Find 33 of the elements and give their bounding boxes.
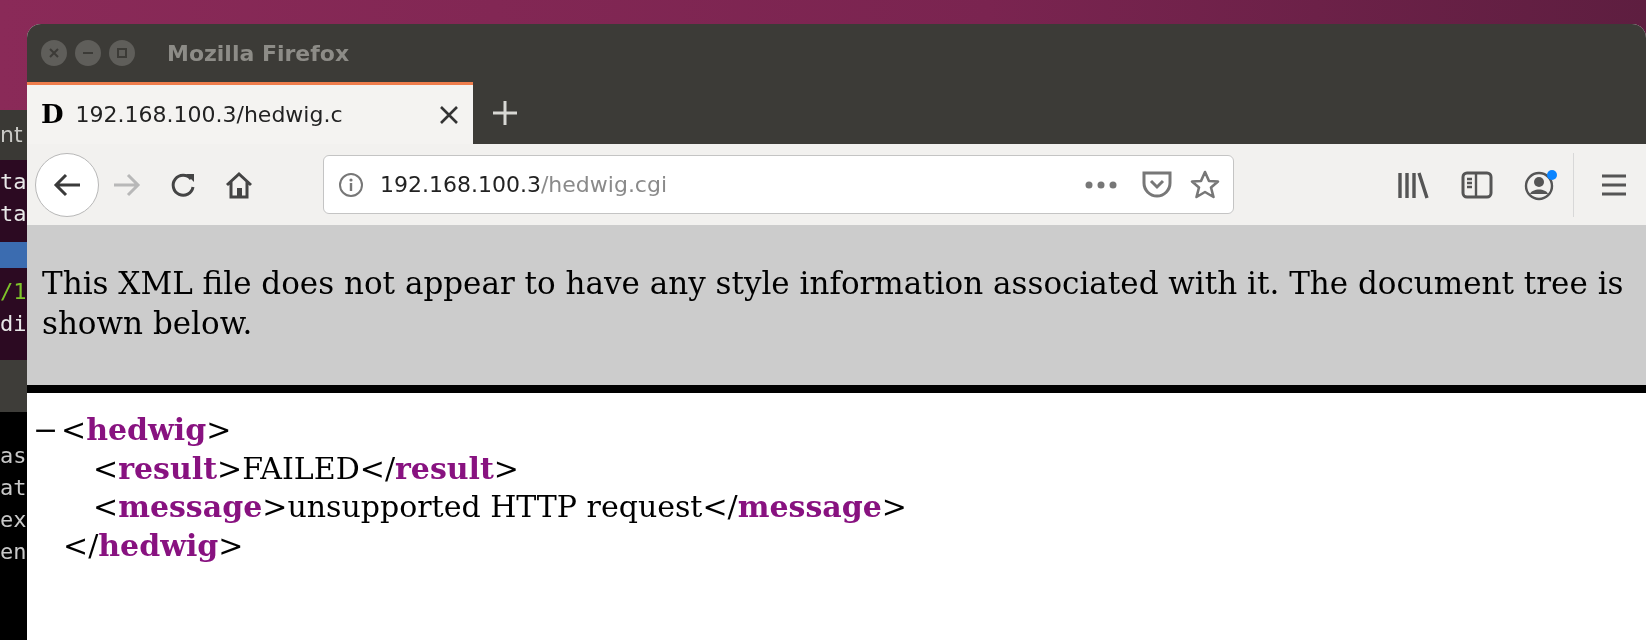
sidebar-icon[interactable]: [1461, 170, 1493, 199]
selection-highlight: [0, 242, 27, 268]
window-title: Mozilla Firefox: [167, 39, 350, 68]
terminal-text: ex: [0, 507, 27, 532]
close-tab-icon[interactable]: [439, 104, 459, 125]
xml-line: <result>FAILED</result>: [93, 449, 520, 488]
browser-tab[interactable]: D 192.168.100.3/hedwig.c: [27, 82, 473, 144]
account-icon[interactable]: [1524, 168, 1558, 201]
terminal-text: as: [0, 443, 27, 468]
terminal-text: /1: [0, 279, 27, 304]
favicon: D: [41, 98, 64, 131]
back-arrow-icon: [52, 171, 82, 198]
more-icon[interactable]: [1085, 180, 1117, 189]
terminal-text: ta: [0, 169, 27, 194]
window-title-bar: [0, 360, 27, 412]
maximize-icon: [116, 47, 128, 59]
xml-line: <hedwig>: [61, 411, 232, 449]
close-icon: [48, 47, 60, 59]
info-icon[interactable]: [338, 171, 364, 198]
info-banner-text: This XML file does not appear to have any style information associated with it. The document tree is shown below.: [27, 225, 1646, 393]
xml-line: <message>unsupported HTTP request</message>: [93, 488, 908, 526]
xml-line: </hedwig>: [62, 526, 245, 565]
new-tab-icon[interactable]: [492, 100, 518, 126]
terminal-text: di: [0, 311, 27, 336]
collapse-toggle[interactable]: −: [33, 411, 61, 450]
terminal-text: en: [0, 539, 27, 564]
terminal-title: nt: [0, 122, 23, 147]
home-icon[interactable]: [224, 169, 254, 200]
terminal-text: at: [0, 475, 27, 500]
terminal-text: ta: [0, 201, 27, 226]
pocket-icon[interactable]: [1141, 169, 1173, 200]
star-icon[interactable]: [1189, 168, 1221, 201]
menu-icon[interactable]: [1600, 172, 1628, 197]
